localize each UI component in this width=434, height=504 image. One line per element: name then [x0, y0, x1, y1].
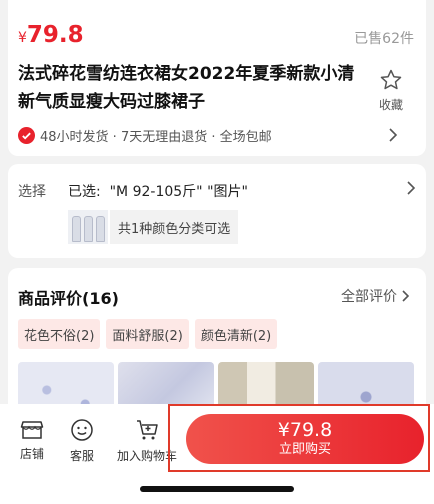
currency-symbol: ¥: [18, 30, 27, 46]
chevron-right-icon: [402, 290, 410, 302]
selected-value: 已选: "M 92-105斤" "图片": [68, 184, 248, 200]
favorite-button[interactable]: 收藏: [374, 68, 408, 113]
star-icon: [380, 69, 402, 90]
all-reviews-link[interactable]: 全部评价: [341, 286, 412, 306]
shop-icon: [20, 421, 44, 439]
review-tag[interactable]: 花色不俗(2): [18, 319, 101, 349]
buy-label: 立即购买: [278, 442, 331, 457]
review-tags: 花色不俗(2) 面料舒服(2) 颜色清新(2): [18, 319, 278, 349]
selection-label: 选择: [18, 184, 46, 200]
customer-service-button[interactable]: 客服: [50, 418, 114, 464]
product-price: ¥79.8: [18, 22, 84, 48]
review-tag[interactable]: 面料舒服(2): [106, 319, 189, 349]
product-title: 法式碎花雪纺连衣裙女2022年夏季新款小清新气质显瘦大码过膝裙子: [18, 64, 355, 112]
chevron-right-icon: [407, 181, 416, 195]
reviews-card: 商品评价(16) 全部评价 花色不俗(2) 面料舒服(2) 颜色清新(2): [8, 268, 426, 418]
service-label: 客服: [69, 449, 94, 463]
service-row[interactable]: 48小时发货 · 7天无理由退货 · 全场包邮: [18, 125, 408, 145]
buy-highlight-frame: ¥79.8 立即购买: [168, 404, 430, 472]
smile-icon: [71, 419, 93, 441]
buy-price: ¥79.8: [277, 419, 333, 441]
sku-thumbnail[interactable]: [68, 210, 108, 244]
review-tag[interactable]: 颜色清新(2): [194, 319, 278, 349]
color-option-note: 共1种颜色分类可选: [110, 210, 239, 244]
sold-count: 已售62件: [354, 31, 414, 47]
favorite-label: 收藏: [378, 98, 403, 112]
home-indicator[interactable]: [140, 486, 294, 492]
check-badge-icon: [18, 126, 35, 144]
sku-selection-card[interactable]: 选择 已选: "M 92-105斤" "图片" 共1种颜色分类可选: [8, 164, 426, 258]
reviews-title: 商品评价(16): [18, 289, 119, 308]
cart-icon: [137, 420, 158, 440]
all-reviews-label: 全部评价: [341, 289, 397, 305]
price-value: 79.8: [26, 22, 84, 48]
buy-now-button[interactable]: ¥79.8 立即购买: [186, 414, 424, 464]
chevron-right-icon: [389, 128, 398, 142]
service-text: 48小时发货 · 7天无理由退货 · 全场包邮: [40, 129, 272, 145]
product-info-card: ¥79.8 已售62件 法式碎花雪纺连衣裙女2022年夏季新款小清新气质显瘦大码…: [8, 0, 426, 156]
